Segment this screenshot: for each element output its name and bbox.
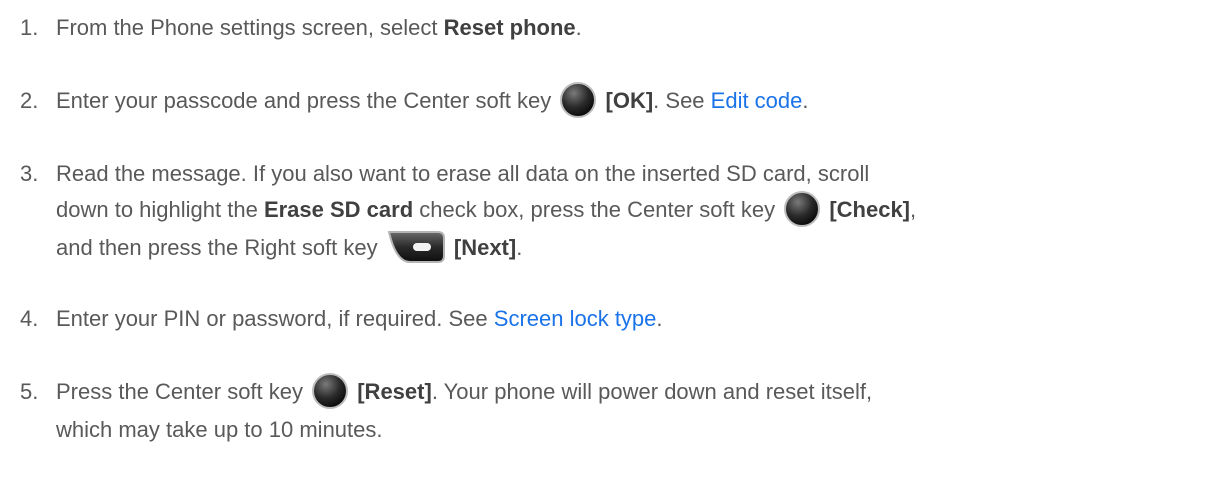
center-soft-key-icon	[783, 190, 821, 228]
bold-term: Reset phone	[443, 15, 576, 40]
edit-code-link[interactable]: Edit code	[711, 88, 803, 113]
step-text: From the Phone settings screen, select R…	[56, 10, 1196, 46]
step-number: 5.	[20, 379, 39, 404]
text: Read the message. If you also want to er…	[56, 161, 870, 186]
step-text: Enter your PIN or password, if required.…	[56, 301, 1196, 337]
right-soft-key-icon	[386, 229, 446, 265]
text: ,	[910, 197, 917, 222]
step-number: 3.	[20, 161, 39, 186]
step-text: Read the message. If you also want to er…	[56, 156, 1196, 267]
text: down to highlight the	[56, 197, 264, 222]
bold-term: [Check]	[829, 197, 911, 222]
bold-term: Erase SD card	[263, 197, 414, 222]
text: .	[802, 88, 809, 113]
text: and then press the Right soft key	[56, 235, 384, 261]
text: Enter your PIN or password, if required.…	[56, 306, 494, 331]
text: .	[516, 235, 523, 261]
reset-phone-steps: 1. From the Phone settings screen, selec…	[0, 0, 1207, 487]
center-soft-key-icon	[311, 372, 349, 410]
text: which may take up to 10 minutes.	[56, 417, 383, 443]
text: .	[575, 15, 582, 40]
center-soft-key-icon	[559, 81, 597, 119]
bold-term: [Next]	[453, 235, 517, 261]
text: Enter your passcode and press the Center…	[56, 88, 558, 113]
text: .	[656, 306, 663, 331]
step-number: 4.	[20, 306, 39, 331]
step-text: Enter your passcode and press the Center…	[56, 81, 1196, 121]
step-number: 2.	[20, 88, 39, 113]
text: . See	[653, 88, 711, 113]
text: . Your phone will power down and reset i…	[431, 379, 873, 404]
text: From the Phone settings screen, select	[56, 15, 444, 40]
screen-lock-type-link[interactable]: Screen lock type	[494, 306, 657, 331]
text: check box, press the Center soft key	[413, 197, 782, 222]
bold-term: [Reset]	[357, 379, 432, 404]
bold-term: [OK]	[605, 88, 654, 113]
text: Press the Center soft key	[56, 379, 310, 404]
step-text: Press the Center soft key [Reset]. Your …	[56, 372, 1196, 448]
step-number: 1.	[20, 15, 39, 40]
